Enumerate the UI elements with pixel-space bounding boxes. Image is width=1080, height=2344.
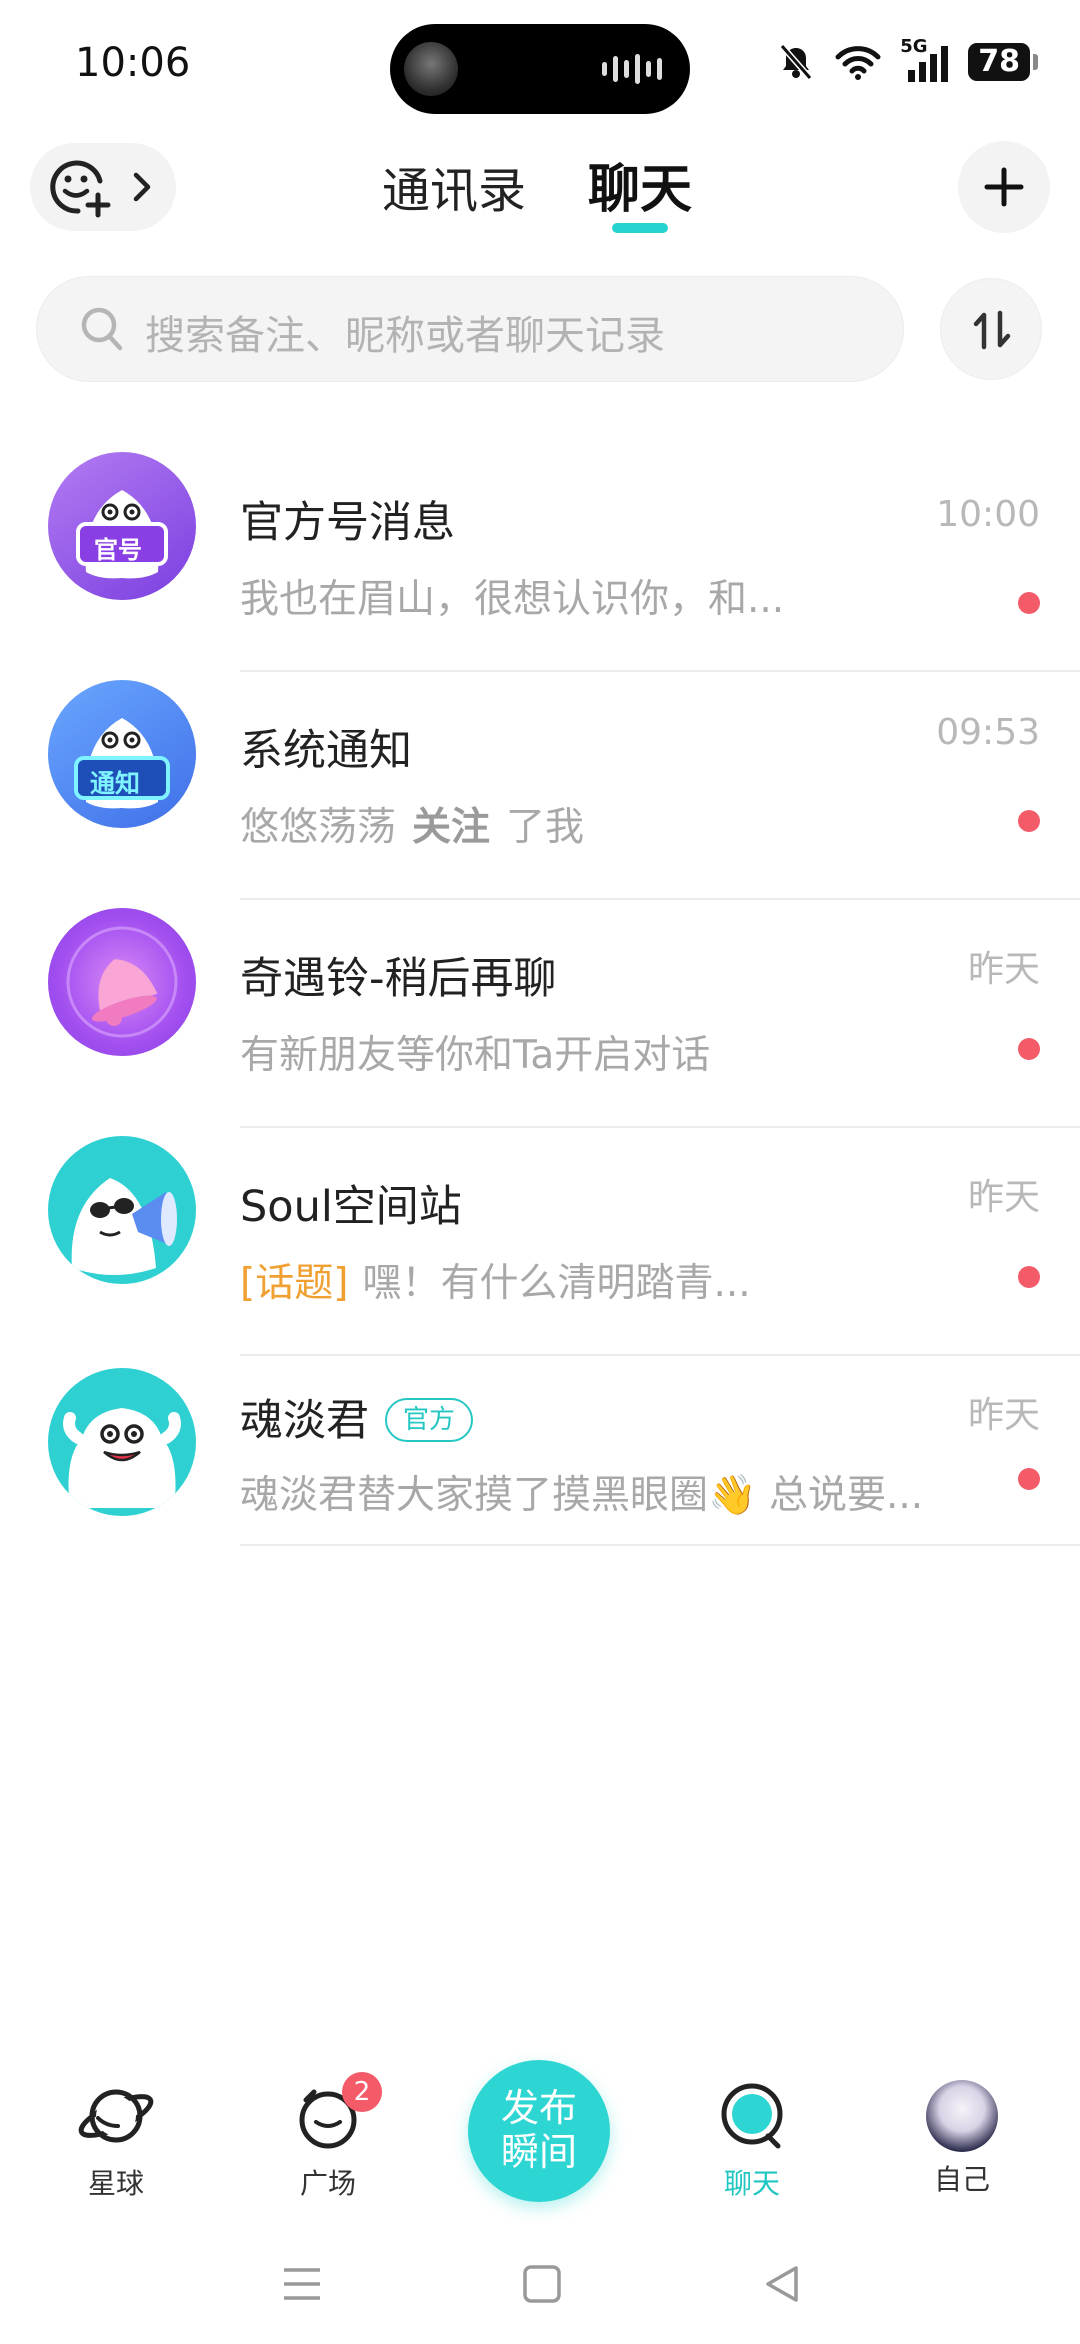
nav-label: 自己	[933, 2163, 990, 2196]
unread-dot	[1018, 592, 1040, 614]
sort-arrows-icon	[973, 310, 1011, 350]
status-bar: 10:06 5G 78	[0, 0, 1080, 130]
search-icon	[81, 307, 123, 351]
preview-suffix: 了我	[506, 805, 585, 850]
chat-preview: 魂淡君替大家摸了摸黑眼圈👋 总说要...	[240, 1473, 924, 1518]
network-type: 5G	[900, 36, 928, 57]
mood-status-button[interactable]	[30, 143, 176, 231]
nav-label: 星球	[87, 2167, 144, 2200]
nav-badge: 2	[342, 2072, 382, 2112]
publish-label-line2: 瞬间	[500, 2130, 577, 2174]
chat-name: Soul空间站	[240, 1182, 462, 1232]
chat-row-soul-station[interactable]: Soul空间站 [话题] 嘿！有什么清明踏青... 昨天	[0, 1128, 1080, 1356]
ghost-notice-avatar: 通知	[48, 680, 196, 828]
bell-avatar	[48, 908, 196, 1056]
chat-row-hundanjun[interactable]: 魂淡君 官方 魂淡君替大家摸了摸黑眼圈👋 总说要... 昨天	[0, 1356, 1080, 1584]
avatar-official-label: 官号	[94, 536, 142, 564]
row-divider	[240, 1544, 1080, 1546]
nav-square[interactable]: 2 广场	[258, 2072, 398, 2202]
chat-preview: [话题] 嘿！有什么清明踏青...	[240, 1252, 751, 1308]
chat-name: 系统通知	[240, 726, 412, 776]
planet-icon	[78, 2089, 154, 2143]
chat-name: 奇遇铃-稍后再聊	[240, 954, 557, 1004]
unread-dot	[1018, 810, 1040, 832]
nav-profile[interactable]: 自己	[892, 2080, 1032, 2198]
chat-preview: 悠悠荡荡 关注 了我	[240, 796, 584, 852]
preview-user: 悠悠荡荡	[240, 805, 397, 850]
tab-contacts[interactable]: 通讯录	[382, 151, 526, 221]
publish-label-line1: 发布	[500, 2086, 577, 2130]
search-input[interactable]: 搜索备注、昵称或者聊天记录	[36, 276, 904, 382]
chat-time: 10:00	[936, 494, 1040, 535]
menu-icon[interactable]	[282, 2264, 322, 2304]
publish-moment-button[interactable]: 发布 瞬间	[468, 2060, 610, 2202]
ghost-smile-avatar	[48, 1368, 196, 1516]
battery-icon: 78	[968, 43, 1038, 81]
nav-planet[interactable]: 星球	[46, 2080, 186, 2202]
top-header: 通讯录 聊天	[0, 135, 1080, 245]
dynamic-island[interactable]	[390, 24, 690, 114]
chat-name: 官方号消息	[240, 498, 455, 548]
official-badge: 官方	[385, 1397, 474, 1442]
active-tab-indicator	[612, 223, 668, 233]
bottom-nav: 星球 2 广场 发布 瞬间 聊天 自己	[0, 2040, 1080, 2240]
status-icons: 5G 78	[776, 36, 1038, 82]
chat-preview: 有新朋友等你和Ta开启对话	[240, 1033, 711, 1078]
now-playing-thumbnail	[404, 42, 458, 96]
avatar-notice-label: 通知	[90, 769, 141, 798]
sort-button[interactable]	[940, 278, 1042, 380]
nav-label: 聊天	[723, 2167, 780, 2200]
signal-icon: 5G	[900, 36, 950, 82]
chat-time: 昨天	[967, 1177, 1040, 1218]
audio-wave-icon	[602, 54, 662, 84]
add-button[interactable]	[958, 141, 1050, 233]
bell-muted-icon	[779, 44, 813, 80]
chat-time: 昨天	[967, 949, 1040, 990]
tab-chat[interactable]: 聊天	[588, 147, 692, 222]
home-icon[interactable]	[522, 2264, 562, 2304]
unread-dot	[1018, 1266, 1040, 1288]
plus-icon	[984, 167, 1024, 207]
search-placeholder: 搜索备注、昵称或者聊天记录	[145, 313, 665, 359]
chat-time: 昨天	[967, 1395, 1040, 1436]
smiley-plus-icon	[50, 160, 111, 218]
wifi-icon	[835, 46, 881, 80]
nav-chat[interactable]: 聊天	[682, 2080, 822, 2202]
chat-time: 09:53	[936, 712, 1040, 753]
system-navigation-bar	[0, 2240, 1080, 2344]
chat-bubble-icon	[721, 2083, 783, 2149]
chat-row-system-notice[interactable]: 通知 系统通知 悠悠荡荡 关注 了我 09:53	[0, 672, 1080, 900]
chat-row-bell[interactable]: 奇遇铃-稍后再聊 有新朋友等你和Ta开启对话 昨天	[0, 900, 1080, 1128]
chat-preview: 我也在眉山，很想认识你，和...	[240, 577, 785, 622]
chat-name: 魂淡君 官方	[240, 1386, 474, 1448]
chat-name-text: 魂淡君	[240, 1396, 369, 1446]
chevron-right-icon	[133, 172, 151, 202]
profile-avatar	[926, 2080, 998, 2152]
preview-emphasis: 关注	[412, 805, 491, 850]
nav-label: 广场	[299, 2167, 356, 2200]
status-time: 10:06	[75, 40, 191, 86]
chat-row-official[interactable]: 官号 官方号消息 我也在眉山，很想认识你，和... 10:00	[0, 444, 1080, 672]
ghost-megaphone-avatar	[48, 1136, 196, 1284]
ghost-official-avatar: 官号	[48, 452, 196, 600]
unread-dot	[1018, 1038, 1040, 1060]
preview-topic-tag: [话题]	[240, 1261, 349, 1306]
unread-dot	[1018, 1468, 1040, 1490]
preview-text: 嘿！有什么清明踏青...	[362, 1261, 751, 1306]
back-icon[interactable]	[762, 2264, 802, 2304]
